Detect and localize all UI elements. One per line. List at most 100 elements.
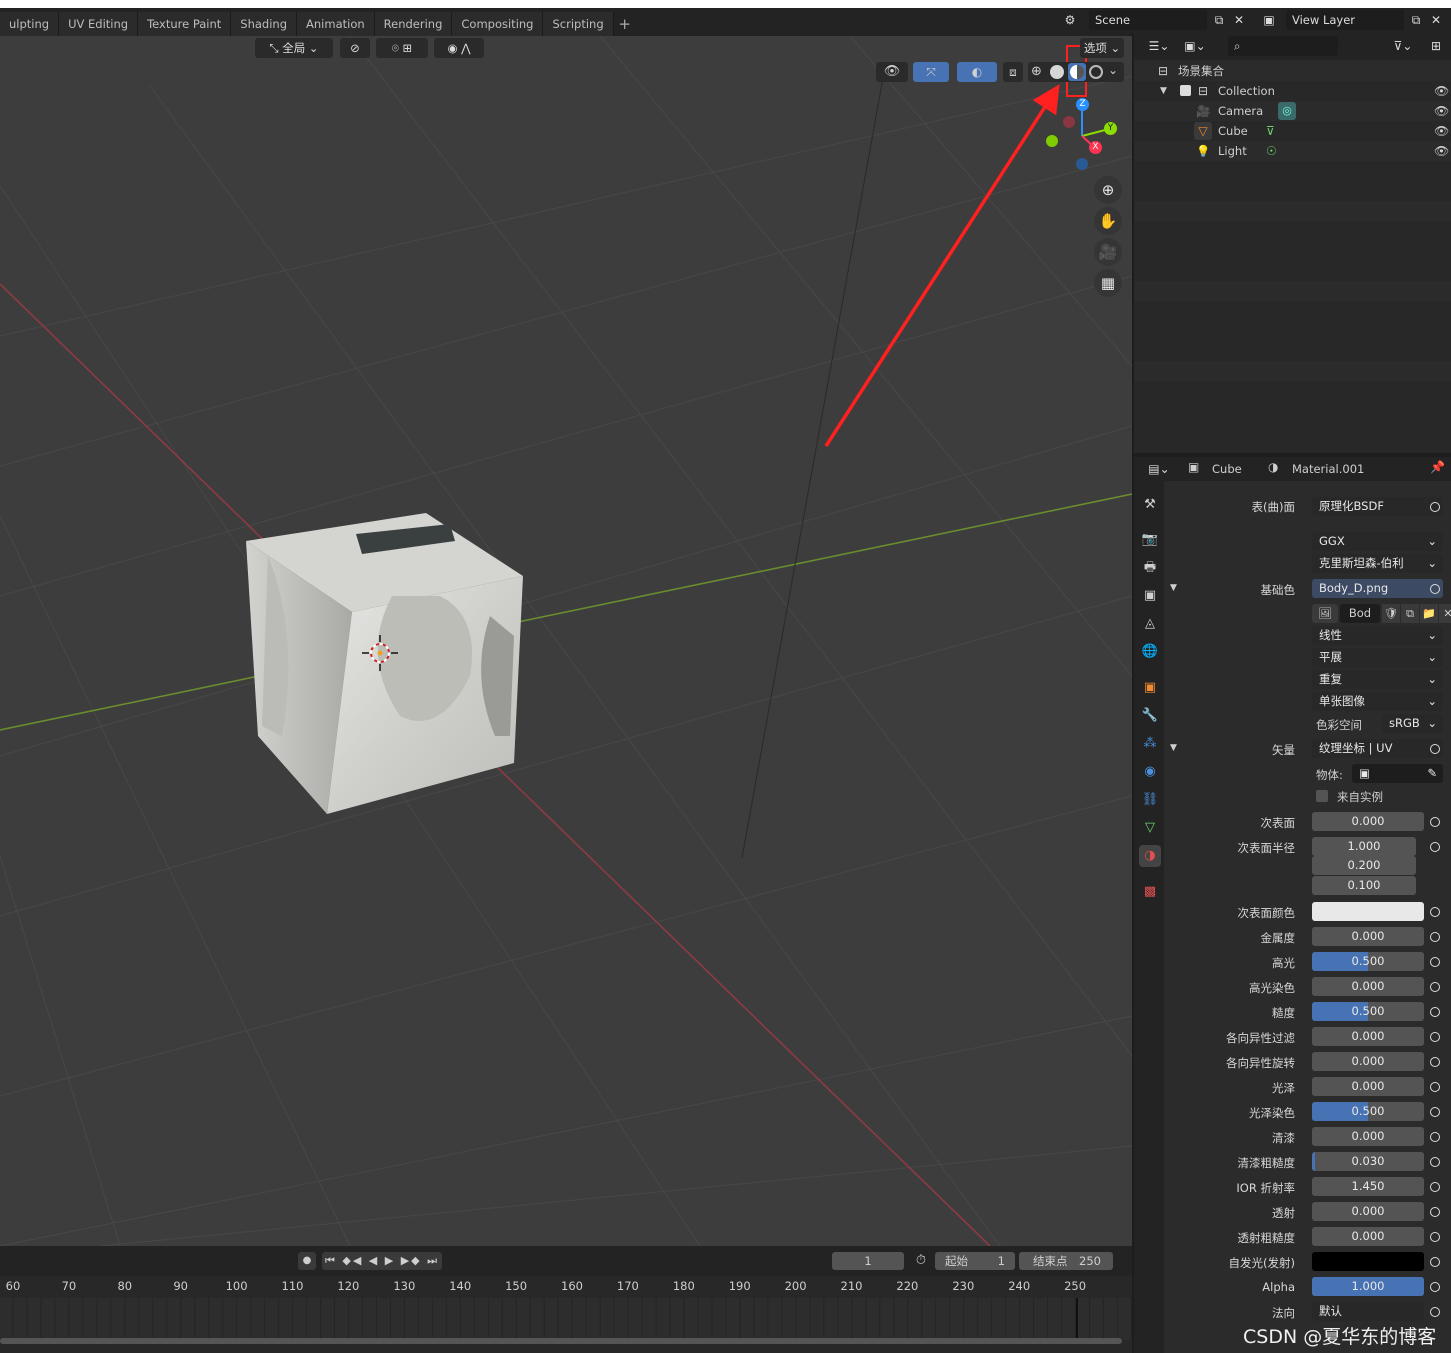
tab-scripting[interactable]: Scripting	[543, 12, 614, 36]
socket-dot-icon[interactable]	[1430, 1007, 1440, 1017]
expand-arrow-icon[interactable]: ▼	[1170, 583, 1177, 593]
socket-dot-icon[interactable]	[1430, 1307, 1440, 1317]
socket-dot-icon[interactable]	[1430, 1032, 1440, 1042]
distribution-dropdown[interactable]: GGX ⌄	[1312, 532, 1443, 551]
light-data-icon[interactable]: ☉	[1266, 141, 1277, 161]
subsurface-field[interactable]: 0.000	[1312, 812, 1424, 831]
object-tab-icon[interactable]: ▣	[1139, 677, 1161, 699]
add-workspace-button[interactable]: +	[614, 12, 636, 36]
parameter-slider[interactable]: 0.000	[1312, 1202, 1424, 1221]
delete-view-layer-icon[interactable]: ✕	[1426, 10, 1446, 30]
outliner-root-row[interactable]: ⊟ 场景集合	[1134, 61, 1451, 81]
pan-hand-icon[interactable]: ✋	[1094, 207, 1122, 235]
parameter-slider[interactable]: 0.000	[1312, 1027, 1424, 1046]
tab-uv-editing[interactable]: UV Editing	[59, 12, 139, 36]
new-scene-icon[interactable]: ⧉	[1209, 10, 1229, 30]
unlink-image-icon[interactable]: ✕	[1439, 604, 1451, 623]
new-collection-icon[interactable]: ⊞	[1426, 36, 1446, 56]
parameter-slider[interactable]: 0.000	[1312, 1077, 1424, 1096]
display-mode-icon[interactable]: ☰⌄	[1144, 36, 1174, 56]
socket-dot-icon[interactable]	[1430, 1257, 1440, 1267]
perspective-grid-icon[interactable]: ▦	[1094, 269, 1122, 297]
transform-orientation-dropdown[interactable]: ⤡ 全局 ⌄	[255, 38, 333, 58]
socket-dot-icon[interactable]	[1430, 1082, 1440, 1092]
interpolation-dropdown[interactable]: 线性 ⌄	[1312, 626, 1443, 645]
subsurface-radius-x-field[interactable]: 1.000	[1312, 837, 1416, 856]
outliner-search-field[interactable]: ⌕	[1228, 36, 1338, 56]
editor-type-icon[interactable]: ▤⌄	[1144, 459, 1174, 479]
subsurface-radius-y-field[interactable]: 0.200	[1312, 856, 1416, 875]
end-frame-field[interactable]: 结束点 250	[1019, 1252, 1113, 1270]
rendered-shading-icon[interactable]	[1089, 65, 1103, 79]
view-layer-field[interactable]: View Layer	[1286, 10, 1404, 30]
constraints-tab-icon[interactable]: ⛓	[1139, 789, 1161, 811]
socket-dot-icon[interactable]	[1430, 584, 1440, 594]
fake-user-icon[interactable]: 🛡	[1382, 604, 1400, 623]
view-layer-icon[interactable]: ▣	[1259, 10, 1279, 30]
visibility-eye-icon[interactable]: 👁	[876, 62, 908, 82]
alpha-field[interactable]: 1.000	[1312, 1277, 1424, 1296]
socket-dot-icon[interactable]	[1430, 1282, 1440, 1292]
extension-dropdown[interactable]: 重复 ⌄	[1312, 670, 1443, 689]
cube-mesh[interactable]	[246, 513, 523, 814]
start-frame-field[interactable]: 起始 1	[935, 1252, 1015, 1270]
playback-controls[interactable]: ⏮ ◆◀ ◀ ▶ ▶◆ ⏭	[322, 1252, 442, 1270]
output-tab-icon[interactable]: 🖶	[1139, 557, 1161, 579]
parameter-slider[interactable]: 0.000	[1312, 927, 1424, 946]
camera-data-icon[interactable]: ◎	[1278, 102, 1296, 120]
subsurface-method-dropdown[interactable]: 克里斯坦森-伯利 ⌄	[1312, 554, 1443, 573]
parameter-slider[interactable]: 0.000	[1312, 1127, 1424, 1146]
eyedropper-icon[interactable]: ✎	[1427, 764, 1437, 783]
checkbox-icon[interactable]	[1180, 85, 1191, 96]
parameter-slider[interactable]: 0.500	[1312, 1002, 1424, 1021]
image-name-field[interactable]: Bod	[1340, 604, 1380, 623]
expand-arrow-icon[interactable]: ▼	[1170, 743, 1177, 753]
parameter-slider[interactable]: 0.500	[1312, 952, 1424, 971]
solid-shading-icon[interactable]	[1050, 65, 1064, 79]
scene-tab-icon[interactable]: ◬	[1139, 613, 1161, 635]
mesh-data-icon[interactable]: ⊽	[1266, 121, 1275, 141]
tab-sculpting[interactable]: ulpting	[0, 12, 60, 36]
filter-icon[interactable]: ⊽⌄	[1388, 36, 1418, 56]
color-space-dropdown[interactable]: sRGB ⌄	[1382, 714, 1443, 733]
socket-dot-icon[interactable]	[1430, 932, 1440, 942]
context-material-name[interactable]: Material.001	[1292, 462, 1364, 476]
view-layer-tab-icon[interactable]: ▣	[1139, 585, 1161, 607]
parameter-slider[interactable]: 0.000	[1312, 977, 1424, 996]
socket-dot-icon[interactable]	[1430, 1107, 1440, 1117]
subsurface-color-swatch[interactable]	[1312, 902, 1424, 921]
scene-icon[interactable]: ⚙	[1060, 10, 1080, 30]
zoom-icon[interactable]: ⊕	[1094, 176, 1122, 204]
tab-texture-paint[interactable]: Texture Paint	[138, 12, 232, 36]
gizmo-toggle-icon[interactable]: ⤧	[913, 62, 949, 82]
emission-color-swatch[interactable]	[1312, 1252, 1424, 1271]
proportional-editing-icon[interactable]: ◉ ⋀	[434, 38, 484, 58]
parameter-slider[interactable]: 0.000	[1312, 1227, 1424, 1246]
projection-dropdown[interactable]: 平展 ⌄	[1312, 648, 1443, 667]
socket-dot-icon[interactable]	[1430, 1132, 1440, 1142]
tool-tab-icon[interactable]: ⚒	[1139, 494, 1161, 516]
socket-dot-icon[interactable]	[1430, 1057, 1440, 1067]
y-axis-label[interactable]: Y	[1104, 122, 1117, 135]
shading-dropdown-icon[interactable]: ⌄	[1108, 63, 1118, 77]
socket-dot-icon[interactable]	[1430, 1182, 1440, 1192]
normal-field[interactable]: 默认	[1312, 1302, 1424, 1321]
pin-icon[interactable]: 📌	[1430, 460, 1445, 474]
tab-compositing[interactable]: Compositing	[452, 12, 544, 36]
parameter-slider[interactable]: 0.000	[1312, 1052, 1424, 1071]
physics-tab-icon[interactable]: ◉	[1139, 761, 1161, 783]
socket-dot-icon[interactable]	[1430, 1232, 1440, 1242]
snap-icon[interactable]: ⌾ ⊞	[376, 38, 428, 58]
timeline-track[interactable]	[0, 1298, 1258, 1340]
eye-visibility-icon[interactable]: 👁	[1434, 141, 1449, 161]
socket-dot-icon[interactable]	[1430, 1157, 1440, 1167]
overlay-toggle-icon[interactable]: ◐	[957, 62, 997, 82]
parameter-slider[interactable]: 1.450	[1312, 1177, 1424, 1196]
duplicate-image-icon[interactable]: ⧉	[1401, 604, 1419, 623]
particles-tab-icon[interactable]: ⁂	[1139, 733, 1161, 755]
z-axis-label[interactable]: Z	[1076, 98, 1089, 111]
subsurface-radius-z-field[interactable]: 0.100	[1312, 876, 1416, 895]
base-color-texture-field[interactable]: Body_D.png	[1312, 579, 1443, 598]
surface-shader-field[interactable]: 原理化BSDF	[1312, 497, 1443, 516]
3d-viewport[interactable]: Z Y X ⤡ 全局 ⌄ ⊘ ⌾ ⊞ ◉ ⋀ 选项 ⌄ 👁 ⤧ ◐ ⧈ ⊕ ⌄ …	[0, 36, 1132, 1246]
